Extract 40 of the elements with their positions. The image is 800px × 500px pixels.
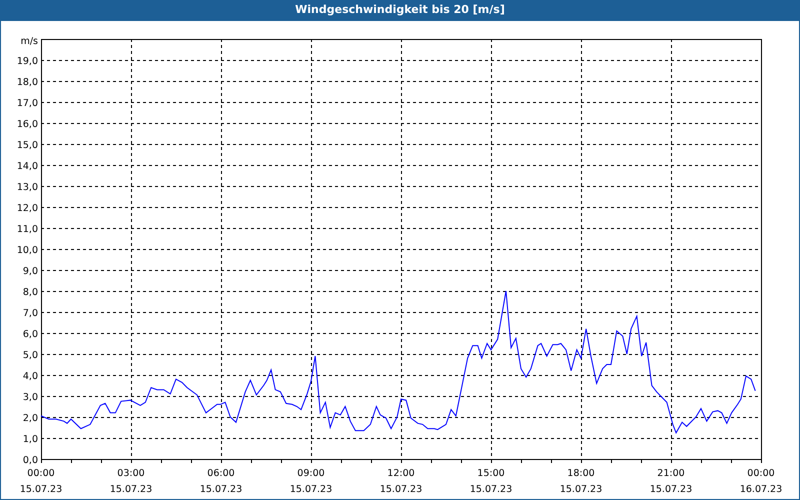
- x-axis-label: 18:00: [567, 468, 595, 479]
- x-axis-label: 06:00: [207, 468, 235, 479]
- x-axis-date-label: 15.07.23: [380, 484, 422, 495]
- y-axis-label: 0,0: [22, 455, 38, 466]
- x-axis-label: 15:00: [477, 468, 505, 479]
- y-axis-label: 3,0: [22, 392, 38, 403]
- x-axis-label: 03:00: [117, 468, 145, 479]
- y-axis-label: 19,0: [16, 56, 38, 67]
- x-axis-date-label: 15.07.23: [200, 484, 242, 495]
- y-axis-label: 1,0: [22, 434, 38, 445]
- x-axis-date-label: 15.07.23: [110, 484, 152, 495]
- y-axis-label: 10,0: [16, 245, 38, 256]
- y-axis-label: 5,0: [22, 350, 38, 361]
- y-axis-label: 2,0: [22, 413, 38, 424]
- x-axis-date-label: 15.07.23: [650, 484, 692, 495]
- window-title: Windgeschwindigkeit bis 20 [m/s]: [1, 0, 799, 21]
- x-axis-label: 09:00: [297, 468, 325, 479]
- x-axis-label: 12:00: [387, 468, 415, 479]
- x-axis-label: 21:00: [657, 468, 685, 479]
- y-axis-label: 17,0: [16, 98, 38, 109]
- y-axis-label: 11,0: [16, 224, 38, 235]
- y-axis-label: 4,0: [22, 371, 38, 382]
- x-axis-label: 00:00: [27, 468, 55, 479]
- y-axis-label: 16,0: [16, 119, 38, 130]
- y-axis-label: 7,0: [22, 308, 38, 319]
- y-axis-label: 15,0: [16, 140, 38, 151]
- y-axis-label: 14,0: [16, 161, 38, 172]
- y-axis-label: 9,0: [22, 266, 38, 277]
- x-axis-date-label: 15.07.23: [560, 484, 602, 495]
- y-axis-label: 8,0: [22, 287, 38, 298]
- y-axis-unit: m/s: [20, 36, 38, 47]
- x-axis-date-label: 15.07.23: [20, 484, 62, 495]
- x-axis-date-label: 15.07.23: [470, 484, 512, 495]
- x-axis-date-label: 16.07.23: [740, 484, 782, 495]
- x-axis-date-label: 15.07.23: [290, 484, 332, 495]
- y-axis-label: 12,0: [16, 203, 38, 214]
- x-axis-label: 00:00: [747, 468, 775, 479]
- y-axis-label: 18,0: [16, 77, 38, 88]
- y-axis-label: 13,0: [16, 182, 38, 193]
- y-axis-label: 6,0: [22, 329, 38, 340]
